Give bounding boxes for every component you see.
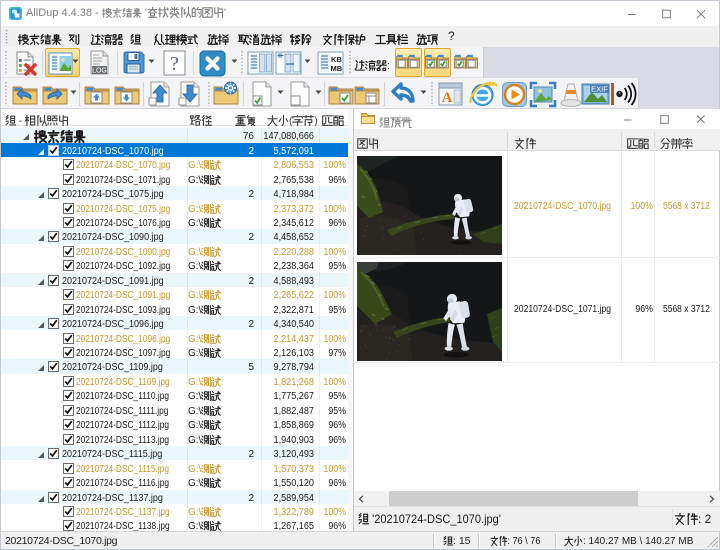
- svg-text:KB: KB: [331, 55, 342, 64]
- svg-text:EXIF: EXIF: [591, 85, 608, 94]
- svg-text:?: ?: [170, 53, 179, 75]
- svg-text:MB: MB: [331, 64, 343, 73]
- svg-text:A: A: [442, 90, 453, 106]
- svg-text:LOG: LOG: [92, 68, 107, 75]
